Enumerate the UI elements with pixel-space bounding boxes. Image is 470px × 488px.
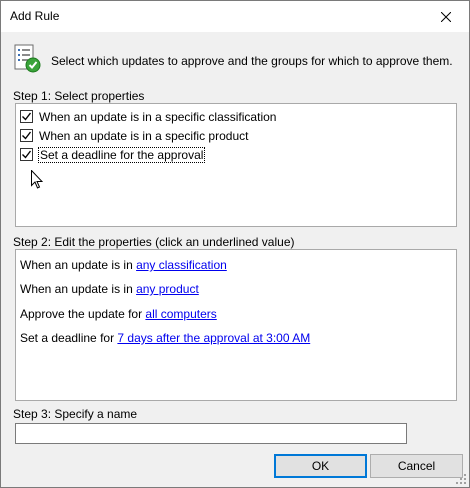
classification-checkbox[interactable]	[20, 110, 33, 123]
deadline-property-line: Set a deadline for 7 days after the appr…	[20, 331, 310, 345]
property-deadline-row[interactable]: Set a deadline for the approval	[20, 146, 206, 163]
any-classification-link[interactable]: any classification	[136, 258, 227, 272]
title-bar: Add Rule	[1, 1, 469, 32]
product-checkbox[interactable]	[20, 129, 33, 142]
deadline-value-link[interactable]: 7 days after the approval at 3:00 AM	[117, 331, 310, 345]
step2-label: Step 2: Edit the properties (click an un…	[13, 235, 295, 249]
property-classification-row[interactable]: When an update is in a specific classifi…	[20, 108, 276, 125]
add-rule-dialog: Add Rule Select which updates to approve…	[0, 0, 470, 488]
computers-property-line: Approve the update for all computers	[20, 307, 217, 321]
step3-label: Step 3: Specify a name	[13, 407, 138, 421]
step2-properties-panel: When an update is in any classification …	[15, 249, 457, 401]
mouse-pointer-icon	[31, 170, 43, 189]
product-label: When an update is in a specific product	[39, 128, 249, 143]
line-prefix: When an update is in	[20, 282, 137, 296]
rule-name-input[interactable]	[15, 423, 407, 444]
resize-grip-icon[interactable]	[456, 474, 466, 484]
window-title: Add Rule	[10, 9, 60, 23]
line-prefix: When an update is in	[20, 258, 137, 272]
close-button[interactable]	[423, 1, 469, 32]
rule-checklist-icon	[14, 44, 41, 73]
product-property-line: When an update is in any product	[20, 282, 199, 296]
cancel-button[interactable]: Cancel	[370, 454, 463, 478]
deadline-label: Set a deadline for the approval	[37, 146, 206, 163]
close-icon	[441, 11, 451, 22]
property-product-row[interactable]: When an update is in a specific product	[20, 127, 248, 144]
classification-property-line: When an update is in any classification	[20, 258, 227, 272]
classification-label: When an update is in a specific classifi…	[39, 109, 277, 124]
line-prefix: Set a deadline for	[20, 331, 118, 345]
deadline-checkbox[interactable]	[20, 148, 33, 161]
all-computers-link[interactable]: all computers	[145, 307, 216, 321]
any-product-link[interactable]: any product	[136, 282, 199, 296]
step1-label: Step 1: Select properties	[13, 89, 145, 103]
header-instruction: Select which updates to approve and the …	[51, 54, 453, 68]
ok-button[interactable]: OK	[274, 454, 367, 478]
line-prefix: Approve the update for	[20, 307, 146, 321]
step1-properties-list: When an update is in a specific classifi…	[15, 103, 457, 227]
